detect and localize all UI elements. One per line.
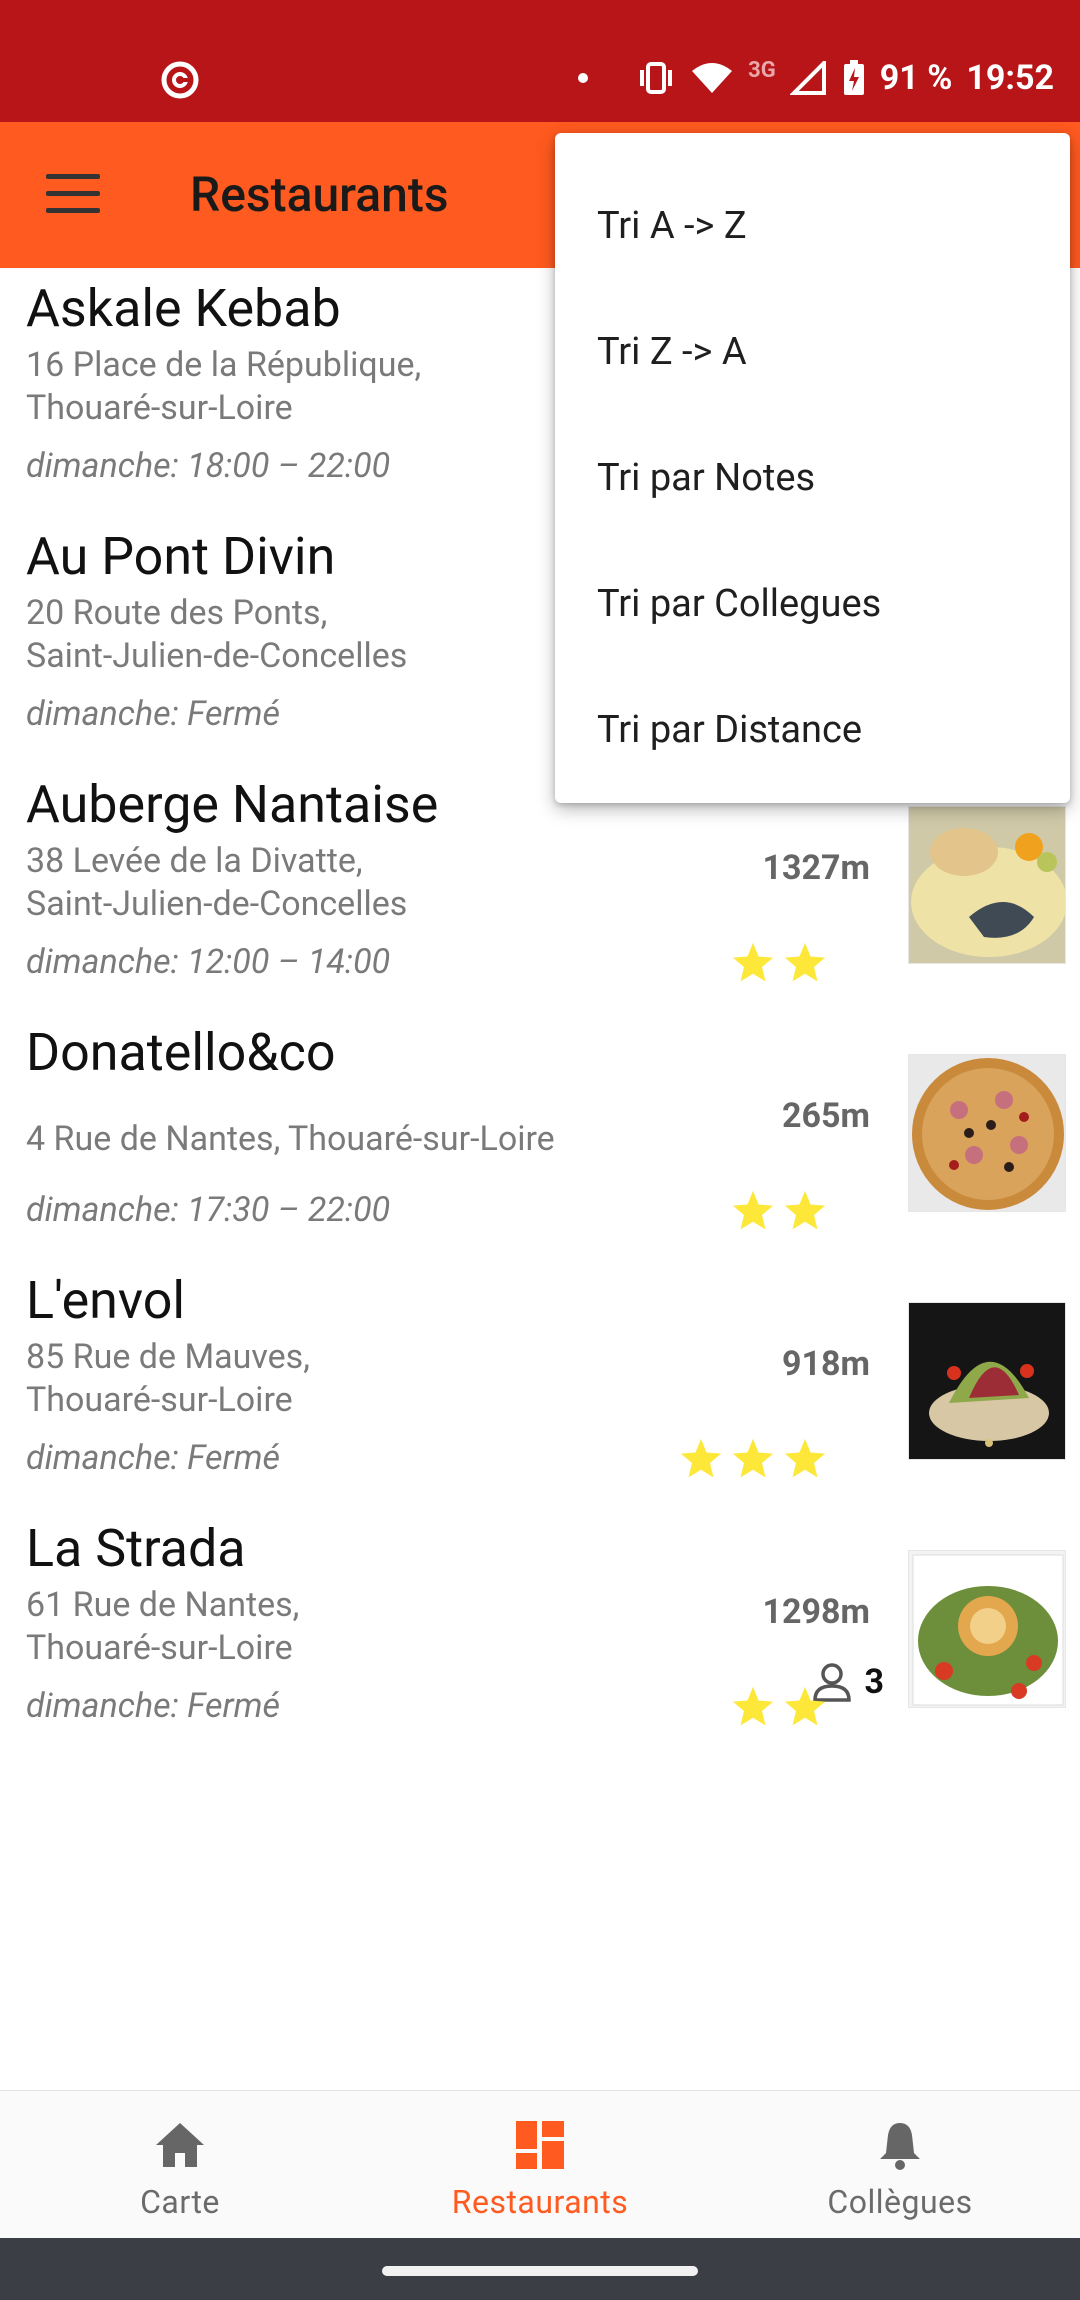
restaurant-item[interactable]: L'envol 85 Rue de Mauves, Thouaré-sur-Lo… [0, 1260, 1080, 1508]
vibrate-icon [636, 61, 676, 95]
nav-restaurants[interactable]: Restaurants [360, 2091, 720, 2239]
sort-option-distance[interactable]: Tri par Distance [555, 667, 1070, 793]
clock: 19:52 [966, 58, 1054, 98]
battery-charging-icon [842, 59, 866, 97]
page-title: Restaurants [190, 166, 449, 223]
restaurant-address: 38 Levée de la Divatte, Saint-Julien-de-… [26, 840, 646, 926]
restaurant-photo [908, 1302, 1066, 1460]
system-navigation-bar [0, 2238, 1080, 2300]
bell-icon [880, 2123, 920, 2170]
restaurant-distance: 265m [782, 1096, 870, 1136]
status-bar: 3G 91 % 19:52 [0, 0, 1080, 122]
sort-option-colleagues[interactable]: Tri par Collegues [555, 541, 1070, 667]
network-type-label: 3G [748, 57, 776, 83]
colleagues-count-value: 3 [864, 1662, 884, 1702]
restaurant-hours: dimanche: Fermé [26, 1686, 281, 1726]
restaurant-item[interactable]: La Strada 61 Rue de Nantes, Thouaré-sur-… [0, 1508, 1080, 1756]
star-icon [784, 1686, 826, 1726]
restaurant-photo [908, 806, 1066, 964]
cell-signal-icon [789, 61, 828, 95]
restaurant-name: Auberge Nantaise [26, 774, 439, 835]
dashboard-icon [516, 2121, 564, 2169]
sort-option-a-z[interactable]: Tri A -> Z [555, 163, 1070, 289]
nav-label: Restaurants [451, 2183, 629, 2221]
restaurant-address: 85 Rue de Mauves, Thouaré-sur-Loire [26, 1336, 646, 1422]
restaurant-name: Askale Kebab [26, 278, 341, 339]
bottom-navigation: Carte Restaurants Collègues [0, 2090, 1080, 2238]
restaurant-name: L'envol [26, 1270, 185, 1331]
star-icon [732, 942, 774, 982]
address-line: 16 Place de la République, [26, 345, 422, 385]
star-icon [732, 1438, 774, 1478]
address-line: Thouaré-sur-Loire [26, 388, 293, 428]
sort-menu: Tri A -> Z Tri Z -> A Tri par Notes Tri … [555, 133, 1070, 803]
restaurant-hours: dimanche: 17:30 – 22:00 [26, 1190, 391, 1230]
restaurant-hours: dimanche: 18:00 – 22:00 [26, 446, 391, 486]
restaurant-address: 4 Rue de Nantes, Thouaré-sur-Loire [26, 1118, 646, 1161]
star-icon [784, 942, 826, 982]
nav-carte[interactable]: Carte [0, 2091, 360, 2239]
battery-percent: 91 % [879, 58, 953, 98]
address-line: 20 Route des Ponts, [26, 593, 328, 633]
address-line: 4 Rue de Nantes, Thouaré-sur-Loire [26, 1119, 555, 1159]
home-icon [156, 2123, 204, 2167]
nav-label: Carte [140, 2183, 220, 2221]
app-notification-icon [161, 61, 199, 99]
wifi-icon [690, 61, 734, 95]
address-line: Thouaré-sur-Loire [26, 1628, 293, 1668]
rating-stars [678, 1436, 828, 1482]
address-line: 85 Rue de Mauves, [26, 1337, 310, 1377]
star-icon [732, 1190, 774, 1230]
star-icon [680, 1438, 722, 1478]
restaurant-hours: dimanche: 12:00 – 14:00 [26, 942, 391, 982]
restaurant-photo [908, 1054, 1066, 1212]
notification-dot-icon [578, 73, 589, 83]
address-line: Saint-Julien-de-Concelles [26, 884, 408, 924]
restaurant-distance: 1298m [762, 1592, 870, 1632]
rating-stars [730, 1188, 828, 1234]
restaurant-hours: dimanche: Fermé [26, 694, 281, 734]
star-icon [784, 1190, 826, 1230]
nav-collegues[interactable]: Collègues [720, 2091, 1080, 2239]
restaurant-distance: 918m [782, 1344, 870, 1384]
home-gesture-handle[interactable] [382, 2266, 698, 2276]
star-icon [784, 1438, 826, 1478]
restaurant-name: Au Pont Divin [26, 526, 336, 587]
hamburger-menu-icon[interactable] [46, 174, 100, 214]
restaurant-name: Donatello&co [26, 1022, 336, 1083]
nav-label: Collègues [827, 2183, 973, 2221]
restaurant-photo [908, 1550, 1066, 1708]
rating-stars [730, 940, 828, 986]
address-line: Thouaré-sur-Loire [26, 1380, 293, 1420]
address-line: Saint-Julien-de-Concelles [26, 636, 408, 676]
sort-option-z-a[interactable]: Tri Z -> A [555, 289, 1070, 415]
restaurant-distance: 1327m [762, 848, 870, 888]
restaurant-address: 16 Place de la République, Thouaré-sur-L… [26, 344, 646, 430]
address-line: 61 Rue de Nantes, [26, 1585, 300, 1625]
restaurant-name: La Strada [26, 1518, 246, 1579]
sort-option-rating[interactable]: Tri par Notes [555, 415, 1070, 541]
rating-stars [730, 1684, 828, 1730]
restaurant-item[interactable]: Donatello&co 4 Rue de Nantes, Thouaré-su… [0, 1012, 1080, 1260]
restaurant-address: 61 Rue de Nantes, Thouaré-sur-Loire [26, 1584, 646, 1670]
restaurant-hours: dimanche: Fermé [26, 1438, 281, 1478]
restaurant-address: 20 Route des Ponts, Saint-Julien-de-Conc… [26, 592, 646, 678]
address-line: 38 Levée de la Divatte, [26, 841, 363, 881]
star-icon [732, 1686, 774, 1726]
